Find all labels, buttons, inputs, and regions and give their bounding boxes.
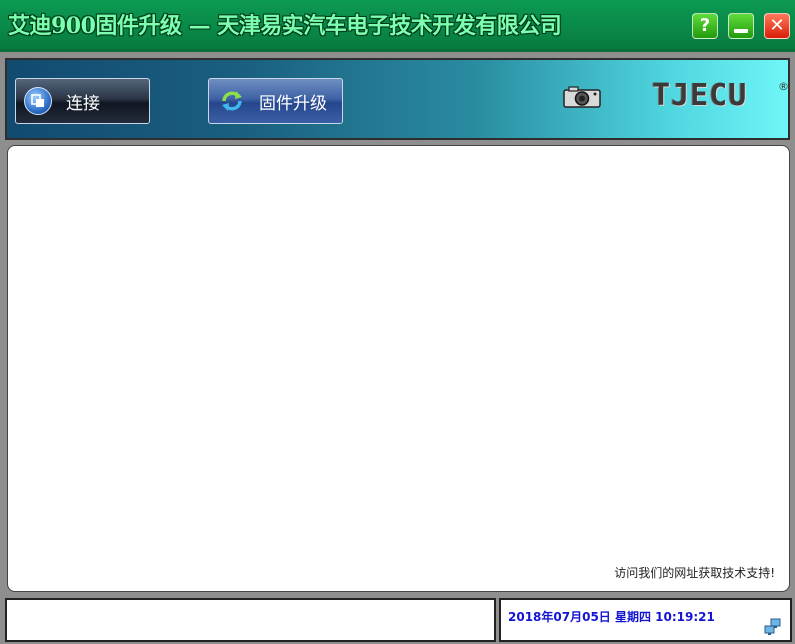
connect-icon: [24, 87, 52, 115]
firmware-upgrade-label: 固件升级: [259, 93, 327, 114]
datetime-display: 2018年07月05日 星期四 10:19:21: [508, 610, 715, 624]
status-datetime-area: 2018年07月05日 星期四 10:19:21: [499, 598, 792, 642]
title-bar[interactable]: 艾迪900固件升级 — 天津易实汽车电子技术开发有限公司 ? ✕: [0, 0, 795, 52]
toolbar: 连接 固件升级 TJECU ®: [5, 58, 790, 140]
connect-button[interactable]: 连接: [15, 78, 150, 124]
connect-label: 连接: [66, 93, 100, 114]
minimize-button[interactable]: [728, 13, 754, 39]
help-button[interactable]: ?: [692, 13, 718, 39]
status-message-area: [5, 598, 496, 642]
support-link-text[interactable]: 访问我们的网址获取技术支持!: [614, 564, 775, 581]
registered-mark: ®: [778, 80, 789, 93]
network-icon: [764, 618, 782, 636]
minimize-icon: [734, 29, 748, 33]
close-icon: ✕: [769, 15, 785, 36]
window-title: 艾迪900固件升级 — 天津易实汽车电子技术开发有限公司: [8, 13, 562, 39]
help-icon: ?: [699, 15, 711, 36]
company-logo: TJECU: [652, 78, 748, 113]
firmware-upgrade-button[interactable]: 固件升级: [208, 78, 343, 124]
close-button[interactable]: ✕: [764, 13, 790, 39]
main-content-area: 访问我们的网址获取技术支持!: [7, 145, 790, 592]
camera-icon[interactable]: [562, 84, 602, 110]
refresh-icon: [219, 88, 245, 114]
